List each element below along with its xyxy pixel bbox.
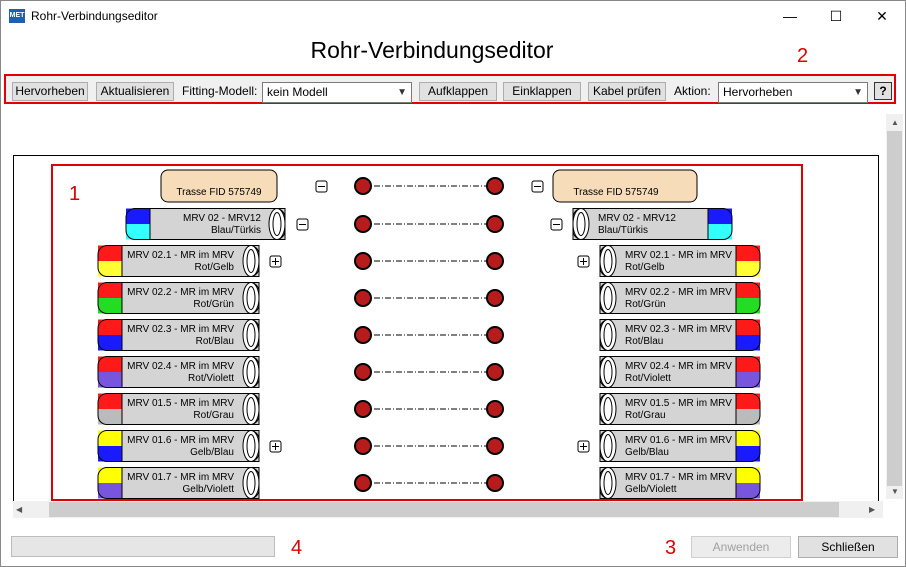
horizontal-scroll-thumb[interactable] — [49, 502, 839, 517]
apply-button[interactable]: Anwenden — [691, 536, 791, 558]
close-button[interactable]: Schließen — [798, 536, 898, 558]
highlight-frame — [51, 164, 803, 501]
progress-bar — [11, 536, 275, 557]
marker-4: 4 — [291, 537, 303, 559]
scroll-right-icon[interactable]: ▶ — [869, 505, 875, 514]
marker-1: 1 — [69, 183, 81, 205]
marker-3: 3 — [665, 537, 677, 559]
scroll-left-icon[interactable]: ◀ — [16, 505, 22, 514]
main-window: MET Rohr-Verbindungseditor — ☐ ✕ Rohr-Ve… — [0, 0, 906, 567]
